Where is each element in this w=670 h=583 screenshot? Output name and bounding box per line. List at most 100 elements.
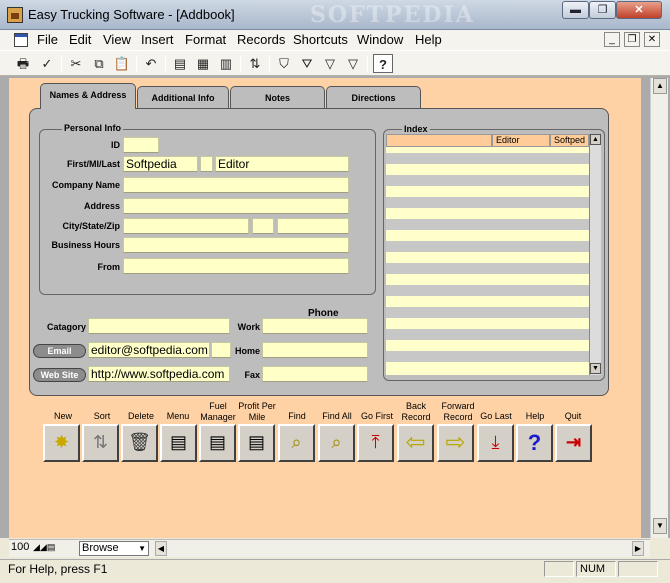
website-field[interactable]: http://www.softpedia.com bbox=[88, 366, 230, 382]
menu-button[interactable]: ▤ bbox=[160, 424, 197, 462]
tab-directions[interactable]: Directions bbox=[326, 86, 421, 108]
cut-icon[interactable]: ✂ bbox=[66, 54, 86, 73]
menu-help[interactable]: Help bbox=[415, 32, 442, 47]
tab-notes[interactable]: Notes bbox=[230, 86, 325, 108]
mdi-minimize-button[interactable]: _ bbox=[604, 32, 620, 47]
scroll-up-arrow-icon[interactable]: ▲ bbox=[590, 134, 601, 145]
back-record-button[interactable]: ⇦ bbox=[397, 424, 434, 462]
list-item[interactable] bbox=[386, 307, 589, 318]
forward-record-button[interactable]: ⇨ bbox=[437, 424, 474, 462]
index-scrollbar[interactable]: ▲ ▼ bbox=[589, 134, 601, 375]
menu-insert[interactable]: Insert bbox=[141, 32, 174, 47]
minimize-button[interactable]: ▬ bbox=[562, 1, 589, 19]
tab-additional-info[interactable]: Additional Info bbox=[137, 86, 229, 108]
find-all-icon: ⌕ bbox=[331, 432, 342, 452]
scroll-left-arrow-icon[interactable]: ◀ bbox=[155, 541, 167, 556]
mdi-restore-button[interactable]: ❐ bbox=[624, 32, 640, 47]
city-field[interactable] bbox=[123, 218, 249, 234]
index-column-header[interactable]: Editor bbox=[492, 134, 550, 147]
mdi-close-button[interactable]: ✕ bbox=[644, 32, 660, 47]
menu-window[interactable]: Window bbox=[357, 32, 403, 47]
menu-file[interactable]: File bbox=[37, 32, 58, 47]
list-item[interactable] bbox=[386, 219, 589, 230]
new-button[interactable]: ✸ bbox=[43, 424, 80, 462]
fax-label: Fax bbox=[244, 370, 260, 380]
undo-icon[interactable]: ↶ bbox=[141, 54, 161, 73]
sort-button[interactable]: ⇅ bbox=[82, 424, 119, 462]
list-item[interactable] bbox=[386, 329, 589, 340]
scroll-down-arrow-icon[interactable]: ▼ bbox=[653, 518, 667, 534]
index-column-header[interactable]: Softped bbox=[550, 134, 589, 147]
new-record-icon: ✸ bbox=[53, 432, 70, 452]
address-field[interactable] bbox=[123, 198, 349, 214]
filter-icon[interactable]: ⛉ bbox=[274, 54, 294, 73]
sort-icon[interactable]: ⇅ bbox=[245, 54, 265, 73]
help-button[interactable]: ? bbox=[516, 424, 553, 462]
list-item[interactable] bbox=[386, 153, 589, 164]
first-name-field[interactable]: Softpedia bbox=[123, 156, 198, 172]
go-last-button[interactable]: ⤓ bbox=[477, 424, 514, 462]
list-item[interactable] bbox=[386, 241, 589, 252]
list-item[interactable] bbox=[386, 263, 589, 274]
spellcheck-icon[interactable]: ✓ bbox=[37, 54, 57, 73]
menu-shortcuts[interactable]: Shortcuts bbox=[293, 32, 348, 47]
apply-filter-icon[interactable]: ▽ bbox=[320, 54, 340, 73]
printer-icon[interactable]: 🖶 bbox=[13, 54, 33, 73]
tab-names-address[interactable]: Names & Address bbox=[40, 83, 136, 109]
fuel-manager-button[interactable]: ▤ bbox=[199, 424, 236, 462]
title-bar[interactable]: Easy Trucking Software - [Addbook] SOFTP… bbox=[0, 0, 670, 30]
email-button[interactable]: Email bbox=[33, 344, 86, 358]
scroll-down-arrow-icon[interactable]: ▼ bbox=[590, 363, 601, 374]
copy-icon[interactable]: ⧉ bbox=[89, 54, 109, 73]
list-item[interactable] bbox=[386, 175, 589, 186]
mode-select[interactable]: Browse ▼ bbox=[79, 541, 149, 556]
form-icon[interactable]: ▤ bbox=[170, 54, 190, 73]
id-field[interactable] bbox=[123, 137, 159, 153]
from-field[interactable] bbox=[123, 258, 349, 274]
maximize-button[interactable]: ❐ bbox=[589, 1, 616, 19]
list-item[interactable] bbox=[386, 197, 589, 208]
scroll-up-arrow-icon[interactable]: ▲ bbox=[653, 78, 667, 94]
menu-view[interactable]: View bbox=[103, 32, 131, 47]
delete-button[interactable]: 🗑 bbox=[121, 424, 158, 462]
apply-filter-icon[interactable]: ▽ bbox=[343, 54, 363, 73]
profit-per-mile-button[interactable]: ▤ bbox=[238, 424, 275, 462]
last-name-field[interactable]: Editor bbox=[215, 156, 349, 172]
datasheet-icon[interactable]: ▥ bbox=[216, 54, 236, 73]
help-icon[interactable]: ? bbox=[373, 54, 393, 73]
company-label: Company Name bbox=[51, 180, 120, 190]
document-icon[interactable] bbox=[14, 33, 28, 47]
quit-button[interactable]: ⇥ bbox=[555, 424, 592, 462]
company-field[interactable] bbox=[123, 177, 349, 193]
middle-initial-field[interactable] bbox=[200, 156, 213, 172]
close-button[interactable]: ✕ bbox=[616, 1, 662, 19]
find-all-button[interactable]: ⌕ bbox=[318, 424, 355, 462]
scroll-right-arrow-icon[interactable]: ▶ bbox=[632, 541, 644, 556]
form-vertical-scrollbar[interactable]: ▲ ▼ bbox=[650, 78, 668, 538]
filter-form-icon[interactable]: ⛛ bbox=[297, 54, 317, 73]
zoom-slider-icon[interactable]: ◢◢▤ bbox=[33, 542, 55, 553]
category-field[interactable] bbox=[88, 318, 230, 334]
back-arrow-icon: ⇦ bbox=[405, 429, 426, 456]
menu-edit[interactable]: Edit bbox=[69, 32, 91, 47]
home-phone-field[interactable] bbox=[262, 342, 368, 358]
paste-icon[interactable]: 📋 bbox=[112, 54, 132, 73]
work-phone-field[interactable] bbox=[262, 318, 368, 334]
list-item[interactable] bbox=[386, 285, 589, 296]
table-icon[interactable]: ▦ bbox=[193, 54, 213, 73]
list-item[interactable] bbox=[386, 351, 589, 362]
fax-field[interactable] bbox=[262, 366, 368, 382]
state-field[interactable] bbox=[252, 218, 274, 234]
find-button[interactable]: ⌕ bbox=[278, 424, 315, 462]
email-field[interactable]: editor@softpedia.com bbox=[88, 342, 210, 358]
menu-format[interactable]: Format bbox=[185, 32, 226, 47]
city-state-zip-label: City/State/Zip bbox=[62, 221, 120, 231]
zip-field[interactable] bbox=[277, 218, 349, 234]
business-hours-field[interactable] bbox=[123, 237, 349, 253]
website-button[interactable]: Web Site bbox=[33, 368, 86, 382]
back-record-label: Back Record bbox=[401, 401, 431, 422]
index-column-header[interactable] bbox=[386, 134, 492, 147]
zoom-level[interactable]: 100 bbox=[11, 541, 29, 553]
menu-records[interactable]: Records bbox=[237, 32, 285, 47]
go-first-button[interactable]: ⤒ bbox=[357, 424, 394, 462]
